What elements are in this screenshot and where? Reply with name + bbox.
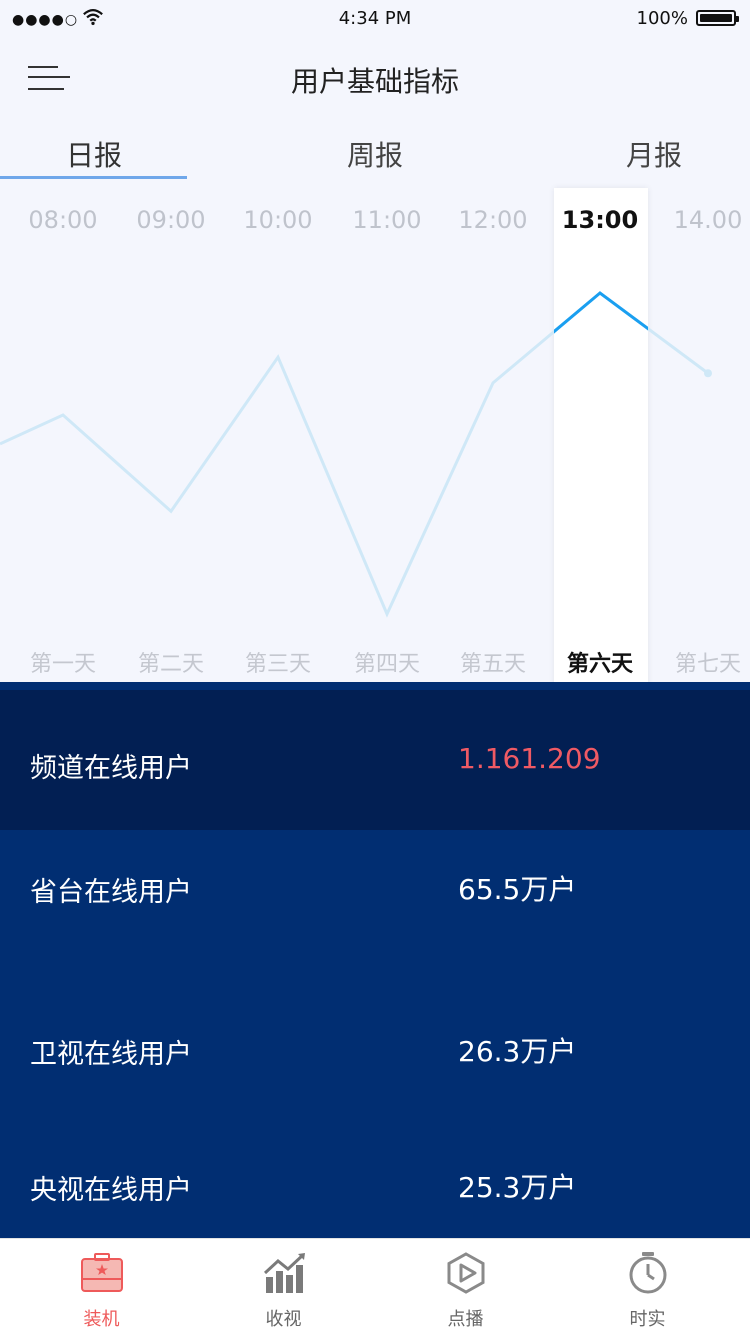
tabbar-label: 装机 — [83, 1309, 120, 1330]
stat-value: 25.3万户 — [458, 1171, 577, 1204]
report-tabs: 日报 周报 月报 — [0, 120, 750, 180]
stopwatch-icon — [629, 1252, 667, 1294]
navigation-bar: 用户基础指标 — [0, 40, 750, 120]
stat-row-satellite[interactable]: 卫视在线用户 26.3万户 — [0, 990, 750, 1120]
chart-time-label[interactable]: 14.00 — [658, 206, 750, 234]
status-bar: ●●●●○ 4:34 PM 100% — [0, 0, 750, 40]
play-hexagon-icon — [447, 1252, 485, 1294]
stat-row-channel[interactable]: 频道在线用户 1.161.209 — [0, 690, 750, 830]
stat-value: 65.5万户 — [458, 873, 577, 906]
stat-row-province[interactable]: 省台在线用户 65.5万户 — [0, 830, 750, 990]
battery-icon — [696, 10, 739, 26]
chart-time-label[interactable]: 11:00 — [337, 206, 437, 234]
series-line — [0, 291, 709, 618]
tabbar-item-vod[interactable]: 点播 — [372, 1239, 559, 1335]
tabbar-item-install[interactable]: 装机 — [8, 1239, 195, 1335]
tab-daily[interactable]: 日报 — [0, 134, 188, 174]
bottom-tab-bar: 装机 收视 点播 时实 — [0, 1238, 750, 1335]
tabbar-item-ratings[interactable]: 收视 — [190, 1239, 377, 1335]
chart-day-label[interactable]: 第二天 — [121, 646, 221, 678]
chart-time-label[interactable]: 10:00 — [228, 206, 328, 234]
chart-bars-icon — [263, 1253, 305, 1293]
chart-day-label[interactable]: 第四天 — [337, 646, 437, 678]
line-chart[interactable]: 08:00 09:00 10:00 11:00 12:00 13:00 14.00 第一天第… — [0, 180, 750, 702]
tabbar-label: 时实 — [629, 1309, 666, 1330]
tab-weekly[interactable]: 周报 — [281, 134, 469, 174]
toolbox-icon — [81, 1253, 123, 1292]
chart-time-label[interactable]: 13:00 — [550, 206, 650, 234]
stats-panel: 频道在线用户 1.161.209 省台在线用户 65.5万户 卫视在线用户 26… — [0, 682, 750, 1238]
battery-percentage: 100% — [636, 8, 688, 29]
series-end-point — [704, 369, 712, 378]
page-title: 用户基础指标 — [290, 65, 459, 98]
stat-value: 1.161.209 — [458, 742, 601, 775]
chart-day-label[interactable]: 第五天 — [443, 646, 543, 678]
chart-svg — [0, 291, 712, 618]
tabbar-label: 点播 — [447, 1309, 484, 1330]
stat-label: 央视在线用户 — [30, 1175, 192, 1206]
stat-label: 卫视在线用户 — [30, 1039, 192, 1070]
chart-day-label[interactable]: 第六天 — [550, 646, 650, 678]
chart-time-label[interactable]: 09:00 — [121, 206, 221, 234]
chart-time-label[interactable]: 08:00 — [13, 206, 113, 234]
stat-label: 频道在线用户 — [30, 753, 192, 784]
chart-day-label[interactable]: 第一天 — [13, 646, 113, 678]
tabbar-item-realtime[interactable]: 时实 — [554, 1239, 741, 1335]
chart-day-label[interactable]: 第七天 — [658, 646, 750, 678]
tabbar-label: 收视 — [265, 1309, 302, 1330]
stat-row-cctv[interactable]: 央视在线用户 25.3万户 — [0, 1120, 750, 1238]
active-tab-indicator — [0, 176, 187, 179]
tab-monthly[interactable]: 月报 — [560, 134, 748, 174]
stat-value: 26.3万户 — [458, 1035, 577, 1068]
stat-label: 省台在线用户 — [30, 877, 192, 908]
chart-day-label[interactable]: 第三天 — [228, 646, 328, 678]
chart-time-label[interactable]: 12:00 — [443, 206, 543, 234]
